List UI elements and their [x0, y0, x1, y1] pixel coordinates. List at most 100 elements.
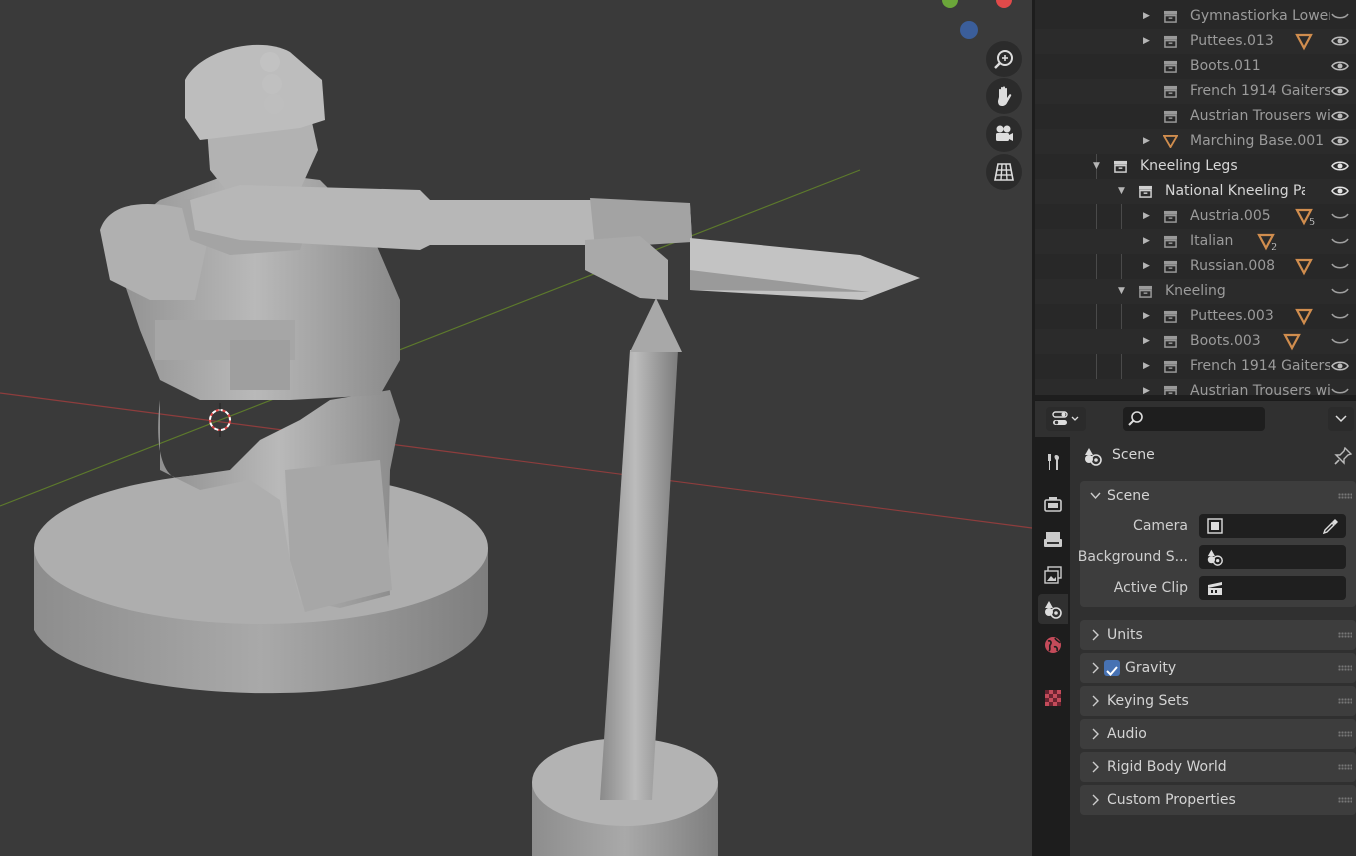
panel-title: Gravity — [1125, 660, 1177, 676]
expand-arrow-icon[interactable]: ▶ — [1143, 254, 1150, 279]
search-input[interactable] — [1145, 410, 1264, 430]
scene-icon[interactable] — [1038, 594, 1068, 624]
output-icon[interactable] — [1038, 525, 1068, 555]
outliner-item[interactable]: ▶ Gymnastiorka Lower.( — [1035, 4, 1356, 29]
outliner-item[interactable]: French 1914 Gaiters ( — [1035, 79, 1356, 104]
scene-panel-header[interactable]: Scene — [1080, 481, 1356, 511]
3d-viewport[interactable] — [0, 0, 1032, 856]
eye-icon[interactable] — [1331, 359, 1349, 373]
panel-header[interactable]: Rigid Body World — [1080, 752, 1356, 782]
panel-header[interactable]: Units — [1080, 620, 1356, 650]
panel-header[interactable]: Gravity — [1080, 653, 1356, 683]
chevron-down-icon — [1335, 415, 1347, 423]
scene-icon — [1085, 448, 1102, 466]
expand-arrow-icon[interactable]: ▶ — [1143, 354, 1150, 379]
expand-arrow-icon[interactable]: ▶ — [1143, 129, 1150, 154]
eye-closed-icon[interactable] — [1331, 334, 1349, 348]
outliner-item[interactable]: ▶ Marching Base.001 — [1035, 129, 1356, 154]
outliner-item[interactable]: ▶ Boots.003 — [1035, 329, 1356, 354]
eye-icon[interactable] — [1331, 109, 1349, 123]
expand-arrow-icon[interactable]: ▶ — [1143, 29, 1150, 54]
panel-header[interactable]: Audio — [1080, 719, 1356, 749]
eye-icon[interactable] — [1331, 134, 1349, 148]
outliner-item[interactable]: ▶ Russian.008 — [1035, 254, 1356, 279]
eye-icon[interactable] — [1331, 84, 1349, 98]
panel-units[interactable]: Units — [1080, 620, 1356, 650]
stand-pole — [600, 298, 682, 800]
outliner-item[interactable]: ▶ Puttees.013 — [1035, 29, 1356, 54]
properties-search[interactable] — [1123, 407, 1265, 431]
collapse-arrow-icon[interactable]: ▼ — [1118, 279, 1125, 304]
panel-audio[interactable]: Audio — [1080, 719, 1356, 749]
collection-icon — [1164, 35, 1177, 48]
expand-arrow-icon[interactable]: ▶ — [1143, 204, 1150, 229]
camera-view-icon[interactable] — [986, 116, 1022, 152]
outliner[interactable]: ▶ Gymnastiorka Lower.(▶ Puttees.013 Boots.0… — [1035, 0, 1356, 400]
drag-handle[interactable] — [1338, 731, 1352, 737]
eye-icon[interactable] — [1331, 184, 1349, 198]
collapse-arrow-icon[interactable]: ▼ — [1118, 179, 1125, 204]
drag-handle[interactable] — [1338, 493, 1352, 499]
background-scene-field[interactable] — [1199, 545, 1346, 569]
panel-custom-properties[interactable]: Custom Properties — [1080, 785, 1356, 815]
outliner-item[interactable]: ▶ Italian 2 — [1035, 229, 1356, 254]
outliner-item-label: Austria.005 — [1190, 208, 1271, 224]
camera-field[interactable] — [1199, 514, 1346, 538]
drag-handle[interactable] — [1338, 632, 1352, 638]
panel-header[interactable]: Keying Sets — [1080, 686, 1356, 716]
panel-gravity[interactable]: Gravity — [1080, 653, 1356, 683]
panel-keying-sets[interactable]: Keying Sets — [1080, 686, 1356, 716]
gizmo-x-dot — [996, 0, 1012, 8]
options-dropdown[interactable] — [1328, 407, 1354, 431]
eye-closed-icon[interactable] — [1331, 309, 1349, 323]
outliner-item[interactable]: ▶ Austria.005 5 — [1035, 204, 1356, 229]
outliner-item[interactable]: ▶ Puttees.003 — [1035, 304, 1356, 329]
drag-handle[interactable] — [1338, 665, 1352, 671]
editor-type-dropdown[interactable] — [1046, 407, 1086, 431]
eye-closed-icon[interactable] — [1331, 284, 1349, 298]
chevron-right-icon — [1092, 695, 1099, 707]
drag-handle[interactable] — [1338, 764, 1352, 770]
expand-arrow-icon[interactable]: ▶ — [1143, 304, 1150, 329]
drag-handle[interactable] — [1338, 797, 1352, 803]
hand-pan-icon[interactable] — [986, 78, 1022, 114]
outliner-item[interactable]: ▼ Kneeling — [1035, 279, 1356, 304]
svg-text:5: 5 — [1309, 217, 1315, 226]
outliner-item[interactable]: ▼ National Kneeling Parts — [1035, 179, 1356, 204]
active-clip-field[interactable] — [1199, 576, 1346, 600]
collapse-arrow-icon[interactable]: ▼ — [1093, 154, 1100, 179]
3d-scene — [0, 0, 1032, 856]
expand-arrow-icon[interactable]: ▶ — [1143, 229, 1150, 254]
gravity-checkbox[interactable] — [1104, 660, 1120, 676]
panel-title: Audio — [1107, 726, 1147, 742]
zoom-icon[interactable] — [986, 41, 1022, 77]
expand-arrow-icon[interactable]: ▶ — [1143, 329, 1150, 354]
eye-icon[interactable] — [1331, 159, 1349, 173]
outliner-item[interactable]: Austrian Trousers witl — [1035, 104, 1356, 129]
view-layer-icon[interactable] — [1038, 560, 1068, 590]
eye-icon[interactable] — [1331, 34, 1349, 48]
pin-icon[interactable] — [1334, 447, 1352, 465]
eyedropper-icon[interactable] — [1322, 517, 1340, 535]
eye-closed-icon[interactable] — [1331, 209, 1349, 223]
properties-panel: Scene Scene Camera Background S... Activ… — [1070, 437, 1356, 856]
eye-closed-icon[interactable] — [1331, 9, 1349, 23]
collection-icon — [1164, 10, 1177, 23]
outliner-item-label: Boots.003 — [1190, 333, 1261, 349]
world-icon[interactable] — [1038, 630, 1068, 660]
eye-icon[interactable] — [1331, 59, 1349, 73]
panel-header[interactable]: Custom Properties — [1080, 785, 1356, 815]
outliner-item[interactable]: ▶ French 1914 Gaiters ( — [1035, 354, 1356, 379]
eye-closed-icon[interactable] — [1331, 234, 1349, 248]
expand-arrow-icon[interactable]: ▶ — [1143, 4, 1150, 29]
search-icon — [1128, 411, 1143, 426]
tool-icon[interactable] — [1038, 447, 1068, 477]
drag-handle[interactable] — [1338, 698, 1352, 704]
panel-rigid-body-world[interactable]: Rigid Body World — [1080, 752, 1356, 782]
texture-icon[interactable] — [1038, 683, 1068, 713]
outliner-item[interactable]: Boots.011 — [1035, 54, 1356, 79]
outliner-item[interactable]: ▼ Kneeling Legs — [1035, 154, 1356, 179]
eye-closed-icon[interactable] — [1331, 259, 1349, 273]
ortho-grid-icon[interactable] — [986, 154, 1022, 190]
render-icon[interactable] — [1038, 489, 1068, 519]
